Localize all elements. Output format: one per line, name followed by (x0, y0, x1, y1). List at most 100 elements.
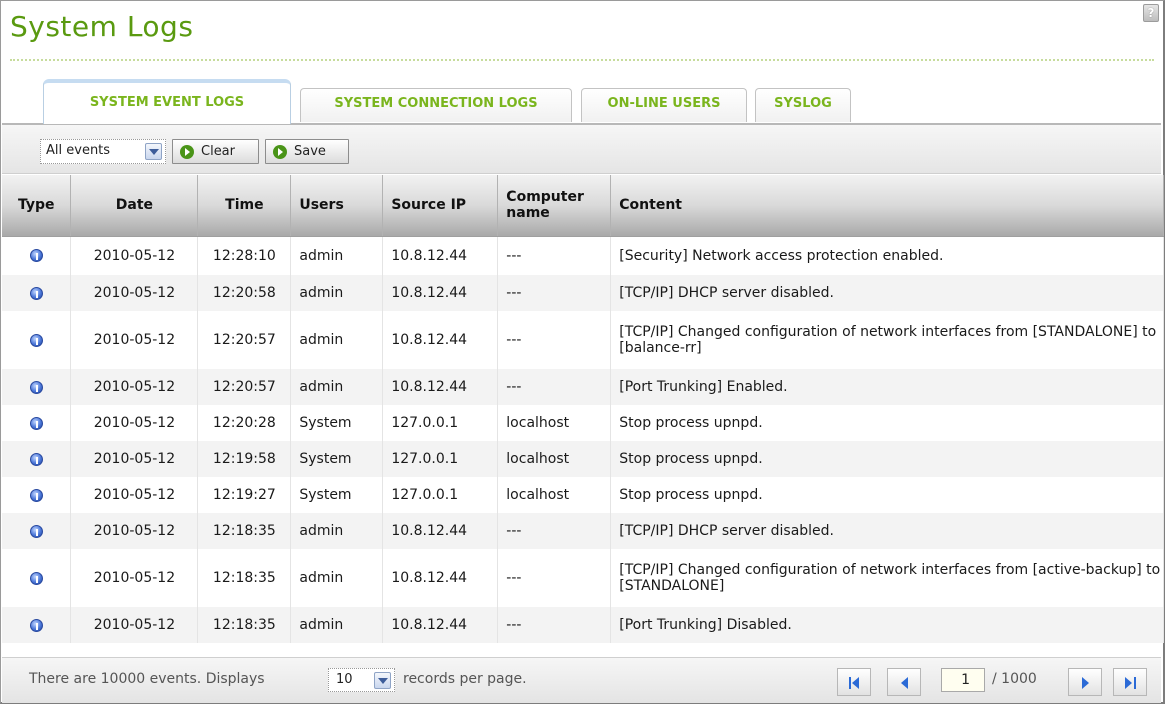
column-header-date[interactable]: Date (70, 175, 199, 237)
content-cell: Stop process upnpd. (610, 441, 1164, 477)
last-page-button[interactable] (1113, 668, 1147, 696)
column-header-time[interactable]: Time (197, 175, 292, 237)
table-row[interactable]: 2010-05-12 12:19:58 System 127.0.0.1 loc… (2, 441, 1164, 477)
type-cell (2, 607, 72, 643)
source-ip-cell: 127.0.0.1 (382, 441, 499, 477)
table-row[interactable]: 2010-05-12 12:18:35 admin 10.8.12.44 ---… (2, 549, 1164, 607)
type-cell (2, 311, 72, 369)
info-icon (29, 249, 43, 263)
user-cell: System (290, 405, 384, 441)
table-row[interactable]: 2010-05-12 12:28:10 admin 10.8.12.44 ---… (2, 236, 1164, 275)
last-page-icon (1125, 677, 1132, 689)
page-title: System Logs (10, 10, 194, 43)
previous-page-button[interactable] (887, 668, 921, 696)
source-ip-cell: 127.0.0.1 (382, 477, 499, 513)
content-cell: [TCP/IP] Changed configuration of networ… (610, 549, 1164, 607)
info-icon (29, 618, 43, 632)
table-row[interactable]: 2010-05-12 12:18:35 admin 10.8.12.44 ---… (2, 513, 1164, 549)
table-row[interactable]: 2010-05-12 12:20:57 admin 10.8.12.44 ---… (2, 311, 1164, 369)
info-icon (29, 452, 43, 466)
user-cell: admin (290, 369, 384, 405)
records-per-page-label: records per page. (403, 671, 527, 687)
total-pages-text: / 1000 (992, 671, 1037, 687)
date-cell: 2010-05-12 (70, 369, 199, 405)
date-cell: 2010-05-12 (70, 607, 199, 643)
title-divider (10, 59, 1154, 61)
records-per-page-select[interactable]: 10 (328, 668, 395, 692)
table-row[interactable]: 2010-05-12 12:18:35 admin 10.8.12.44 ---… (2, 607, 1164, 643)
computer-name-cell: localhost (497, 441, 612, 477)
system-logs-panel: System Logs ? SYSTEM EVENT LOGS SYSTEM C… (0, 0, 1165, 704)
arrow-right-icon (180, 145, 194, 159)
info-icon (29, 380, 43, 394)
save-button[interactable]: Save (265, 139, 349, 164)
last-page-bar (1134, 677, 1136, 689)
tab-system-connection-logs[interactable]: SYSTEM CONNECTION LOGS (300, 88, 572, 122)
table-row[interactable]: 2010-05-12 12:20:57 admin 10.8.12.44 ---… (2, 369, 1164, 405)
table-row[interactable]: 2010-05-12 12:19:27 System 127.0.0.1 loc… (2, 477, 1164, 513)
computer-name-cell: --- (497, 236, 612, 275)
first-page-icon (849, 677, 851, 689)
page-number-input[interactable]: 1 (941, 668, 985, 692)
table-row[interactable]: 2010-05-12 12:20:58 admin 10.8.12.44 ---… (2, 275, 1164, 311)
event-filter-select[interactable]: All events (40, 139, 166, 164)
content-cell: Stop process upnpd. (610, 405, 1164, 441)
type-cell (2, 405, 72, 441)
computer-name-cell: localhost (497, 405, 612, 441)
date-cell: 2010-05-12 (70, 311, 199, 369)
user-cell: System (290, 477, 384, 513)
date-cell: 2010-05-12 (70, 549, 199, 607)
first-page-button[interactable] (837, 668, 871, 696)
info-icon (29, 333, 43, 347)
user-cell: System (290, 441, 384, 477)
source-ip-cell: 10.8.12.44 (382, 311, 499, 369)
content-cell: [Port Trunking] Disabled. (610, 607, 1164, 643)
arrow-right-icon (273, 145, 287, 159)
event-log-table: Type Date Time Users Source IP Computer … (2, 175, 1164, 643)
column-header-users[interactable]: Users (290, 175, 384, 237)
time-cell: 12:20:57 (197, 311, 292, 369)
pagination-bar: There are 10000 events. Displays 10 reco… (2, 657, 1161, 703)
column-header-computer-name[interactable]: Computer name (497, 175, 612, 237)
info-icon (29, 524, 43, 538)
tab-syslog[interactable]: SYSLOG (755, 88, 851, 122)
info-icon (29, 416, 43, 430)
user-cell: admin (290, 311, 384, 369)
tab-online-users[interactable]: ON-LINE USERS (581, 88, 747, 122)
info-icon (29, 488, 43, 502)
date-cell: 2010-05-12 (70, 236, 199, 275)
table-row[interactable]: 2010-05-12 12:20:28 System 127.0.0.1 loc… (2, 405, 1164, 441)
info-icon (29, 286, 43, 300)
computer-name-cell: --- (497, 275, 612, 311)
save-button-label: Save (294, 144, 326, 159)
type-cell (2, 549, 72, 607)
type-cell (2, 513, 72, 549)
date-cell: 2010-05-12 (70, 441, 199, 477)
content-cell: [TCP/IP] Changed configuration of networ… (610, 311, 1164, 369)
chevron-down-icon[interactable] (374, 672, 391, 689)
date-cell: 2010-05-12 (70, 513, 199, 549)
type-cell (2, 236, 72, 275)
user-cell: admin (290, 549, 384, 607)
content-cell: [TCP/IP] DHCP server disabled. (610, 513, 1164, 549)
content-cell: [Port Trunking] Enabled. (610, 369, 1164, 405)
type-cell (2, 441, 72, 477)
content-cell: [Security] Network access protection ena… (610, 236, 1164, 275)
event-filter-value: All events (46, 143, 111, 158)
first-page-arrow (852, 677, 859, 689)
tab-system-event-logs[interactable]: SYSTEM EVENT LOGS (43, 79, 291, 124)
toolbar: All events Clear Save (2, 125, 1161, 174)
next-page-button[interactable] (1068, 668, 1102, 696)
previous-page-icon (901, 677, 908, 689)
time-cell: 12:20:28 (197, 405, 292, 441)
clear-button[interactable]: Clear (172, 139, 259, 164)
column-header-source-ip[interactable]: Source IP (382, 175, 499, 237)
column-header-type[interactable]: Type (2, 175, 72, 237)
column-header-content[interactable]: Content (610, 175, 1164, 237)
chevron-down-icon[interactable] (145, 143, 162, 160)
help-icon[interactable]: ? (1143, 4, 1159, 22)
info-icon (29, 571, 43, 585)
clear-button-label: Clear (201, 144, 235, 159)
source-ip-cell: 10.8.12.44 (382, 607, 499, 643)
records-per-page-value: 10 (336, 672, 353, 687)
